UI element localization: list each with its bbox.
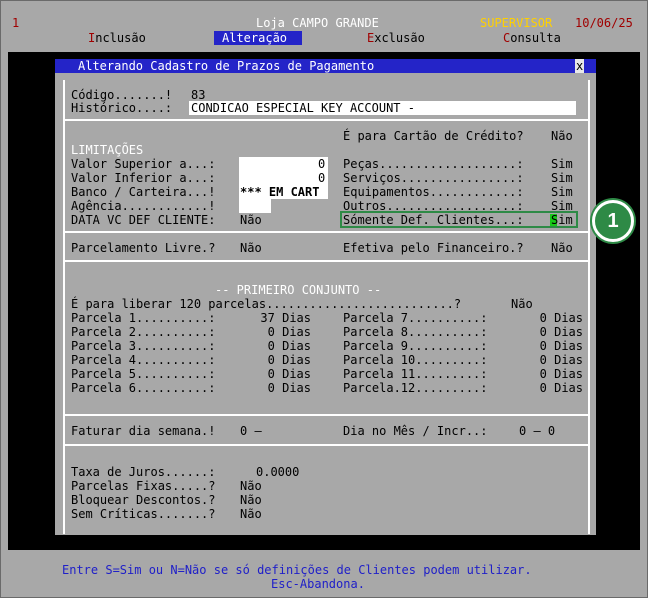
menu-label: xclusão	[374, 31, 425, 45]
agencia-label: Agência............!	[71, 199, 216, 213]
parcela-value[interactable]: 37 Dias	[260, 311, 311, 325]
codigo-label: Código.......!	[71, 88, 173, 102]
parcela-value[interactable]: 0 Dias	[268, 367, 311, 381]
bloquear-value[interactable]: Não	[240, 493, 262, 507]
liberar-value[interactable]: Não	[511, 297, 533, 311]
parcela-value[interactable]: 0 Dias	[540, 353, 583, 367]
parcela-label: Parcela 3..........:	[71, 339, 216, 353]
data-vc-label: DATA VC DEF CLIENTE:	[71, 213, 216, 227]
historico-value: CONDICAO ESPECIAL KEY ACCOUNT -	[191, 101, 415, 115]
parcelamento-value[interactable]: Não	[240, 241, 262, 255]
divider	[63, 444, 590, 446]
menu-consulta[interactable]: Consulta	[503, 31, 561, 45]
store-name: Loja CAMPO GRANDE	[256, 16, 379, 30]
status-line-2: Esc-Abandona.	[271, 577, 365, 591]
pecas-value[interactable]: Sim	[551, 157, 573, 171]
efetiva-value[interactable]: Não	[551, 241, 573, 255]
limitacoes-heading: LIMITAÇÕES	[71, 143, 144, 157]
banco-label: Banco / Carteira...!	[71, 185, 216, 199]
menu-label: onsulta	[510, 31, 561, 45]
valor-inferior-value: 0	[318, 171, 326, 185]
parcela-label: Parcela 5..........:	[71, 367, 216, 381]
parcela-value[interactable]: 0 Dias	[540, 339, 583, 353]
parcela-label: Parcela 4..........:	[71, 353, 216, 367]
parcela-value[interactable]: 0 Dias	[540, 325, 583, 339]
header-date: 10/06/25	[575, 16, 633, 30]
parcela-value[interactable]: 0 Dias	[540, 367, 583, 381]
juros-value[interactable]: 0.0000	[256, 465, 299, 479]
callout-badge: 1	[592, 200, 634, 242]
parcela-value[interactable]: 0 Dias	[268, 353, 311, 367]
codigo-value[interactable]: 83	[191, 88, 205, 102]
parcela-label: Parcela 7..........:	[343, 311, 488, 325]
highlight-box	[340, 211, 578, 228]
dialog-title: Alterando Cadastro de Prazos de Pagament…	[78, 59, 375, 73]
valor-superior-value: 0	[318, 157, 326, 171]
dialog-border-right	[588, 80, 590, 534]
parcelamento-label: Parcelamento Livre.?	[71, 241, 216, 255]
valor-superior-field[interactable]	[239, 157, 328, 171]
liberar-label: É para liberar 120 parcelas.............…	[71, 297, 462, 311]
parcela-value[interactable]: 0 Dias	[268, 339, 311, 353]
parcela-value[interactable]: 0 Dias	[268, 325, 311, 339]
parcela-label: Parcela 6..........:	[71, 381, 216, 395]
data-vc-value[interactable]: Não	[240, 213, 262, 227]
cartao-label: É para Cartão de Crédito?	[343, 129, 524, 143]
agencia-field[interactable]	[239, 199, 271, 213]
parcela-label: Parcela 2..........:	[71, 325, 216, 339]
divider	[63, 260, 590, 262]
valor-inferior-field[interactable]	[239, 171, 328, 185]
menu-inclusao[interactable]: Inclusão	[88, 31, 146, 45]
divider	[63, 231, 590, 233]
parcelas-fixas-label: Parcelas Fixas.....?	[71, 479, 216, 493]
equipamentos-label: Equipamentos............:	[343, 185, 524, 199]
servicos-label: Serviços................:	[343, 171, 524, 185]
parcela-label: Parcela 10.........:	[343, 353, 488, 367]
bloquear-label: Bloquear Descontos.?	[71, 493, 216, 507]
close-icon[interactable]: x	[575, 59, 585, 73]
divider	[63, 119, 590, 121]
parcela-value[interactable]: 0 Dias	[540, 381, 583, 395]
divider	[63, 414, 590, 416]
parcela-label: Parcela 8..........:	[343, 325, 488, 339]
user-role: SUPERVISOR	[480, 16, 553, 30]
header-number: 1	[12, 16, 20, 30]
juros-label: Taxa de Juros......:	[71, 465, 216, 479]
menu-label: nclusão	[95, 31, 146, 45]
parcela-value[interactable]: 0 Dias	[540, 311, 583, 325]
historico-label: Histórico....:	[71, 101, 173, 115]
efetiva-label: Efetiva pelo Financeiro.?	[343, 241, 524, 255]
parcela-label: Parcela 11.........:	[343, 367, 488, 381]
cartao-value[interactable]: Não	[551, 129, 573, 143]
dia-mes-value[interactable]: 0 – 0	[519, 424, 555, 438]
conjunto-title: -- PRIMEIRO CONJUNTO --	[215, 283, 382, 297]
dialog-border-left	[63, 80, 65, 534]
parcela-label: Parcela 1..........:	[71, 311, 216, 325]
servicos-value[interactable]: Sim	[551, 171, 573, 185]
parcela-label: Parcela.12.........:	[343, 381, 488, 395]
dia-mes-label: Dia no Mês / Incr..:	[343, 424, 488, 438]
criticas-value[interactable]: Não	[240, 507, 262, 521]
valor-inferior-label: Valor Inferior a...:	[71, 171, 216, 185]
status-line-1: Entre S=Sim ou N=Não se só definições de…	[62, 563, 532, 577]
menu-exclusao[interactable]: Exclusão	[367, 31, 425, 45]
parcela-value[interactable]: 0 Dias	[268, 381, 311, 395]
valor-superior-label: Valor Superior a...:	[71, 157, 216, 171]
faturar-value[interactable]: 0 –	[240, 424, 262, 438]
criticas-label: Sem Críticas.......?	[71, 507, 216, 521]
parcela-label: Parcela 9..........:	[343, 339, 488, 353]
menu-alteracao[interactable]: Alteração	[222, 31, 287, 45]
faturar-label: Faturar dia semana.!	[71, 424, 216, 438]
parcelas-fixas-value[interactable]: Não	[240, 479, 262, 493]
equipamentos-value[interactable]: Sim	[551, 185, 573, 199]
banco-value: *** EM CART	[240, 185, 320, 199]
pecas-label: Peças...................:	[343, 157, 524, 171]
